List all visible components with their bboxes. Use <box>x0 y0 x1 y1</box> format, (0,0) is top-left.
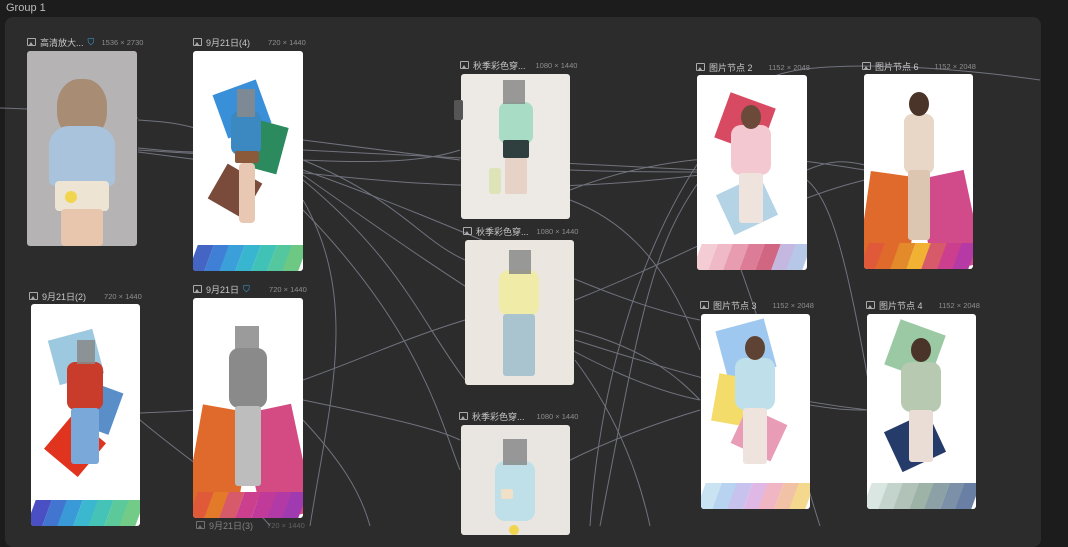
node-image[interactable] <box>864 74 973 269</box>
image-icon <box>696 63 705 71</box>
node-header[interactable]: 秋季彩色穿... 1080 × 1440 <box>460 58 660 72</box>
node-title: 图片节点 6 <box>875 61 919 72</box>
node-header[interactable]: 9月21日 ⛉ 720 × 1440 <box>193 282 393 296</box>
image-icon <box>866 301 875 309</box>
node-title: 图片节点 2 <box>709 62 753 73</box>
node-title: 图片节点 4 <box>879 300 923 311</box>
node-image[interactable] <box>701 314 810 509</box>
node-title: 秋季彩色穿... <box>472 411 525 422</box>
image-icon <box>460 61 469 69</box>
node-header[interactable]: 秋季彩色穿... 1080 × 1440 <box>463 224 663 238</box>
image-icon <box>459 412 468 420</box>
node-dimensions: 720 × 1440 <box>269 284 307 294</box>
node-title: 9月21日(4) <box>206 37 251 48</box>
node-title: 高清放大... <box>40 37 84 48</box>
node-title: 图片节点 3 <box>713 300 757 311</box>
shield-check-icon: ⛉ <box>243 283 250 294</box>
node-header[interactable]: 图片节点 4 1152 × 2048 <box>866 298 1066 312</box>
image-icon <box>29 292 38 300</box>
node-image[interactable] <box>193 51 303 271</box>
shield-check-icon: ⛉ <box>87 36 95 47</box>
image-icon <box>463 227 472 235</box>
node-dimensions: 1080 × 1440 <box>536 226 579 236</box>
node-dimensions: 720 × 1440 <box>104 291 142 301</box>
node-title: 9月21日 <box>206 284 240 295</box>
node-dimensions: 1152 × 2048 <box>772 300 814 310</box>
node-dimensions: 1536 × 2730 <box>101 37 144 47</box>
node-dimensions: 1152 × 2048 <box>768 62 810 72</box>
image-icon <box>700 301 709 309</box>
image-icon <box>862 62 871 70</box>
node-dimensions: 720 × 1440 <box>268 37 306 47</box>
node-title: 秋季彩色穿... <box>476 226 529 237</box>
group-label[interactable]: Group 1 <box>6 2 46 14</box>
node-title: 9月21日(2) <box>42 291 87 302</box>
image-icon <box>193 38 202 46</box>
image-icon <box>196 521 205 529</box>
node-image[interactable] <box>461 74 570 219</box>
image-icon <box>193 285 202 293</box>
node-dimensions: 720 × 1440 <box>267 520 305 530</box>
node-image[interactable] <box>465 240 574 385</box>
node-header[interactable]: 9月21日(4) 720 × 1440 <box>193 35 393 49</box>
node-dimensions: 1152 × 2048 <box>934 61 976 71</box>
node-dimensions: 1080 × 1440 <box>536 411 579 421</box>
node-handle[interactable] <box>454 100 463 120</box>
node-dimensions: 1152 × 2048 <box>938 300 980 310</box>
node-image[interactable] <box>31 304 140 526</box>
image-icon <box>27 38 36 46</box>
node-header[interactable]: 秋季彩色穿... 1080 × 1440 <box>459 409 659 423</box>
node-dimensions: 1080 × 1440 <box>535 60 578 70</box>
node-image[interactable] <box>27 51 137 246</box>
node-image[interactable] <box>193 298 303 518</box>
node-image[interactable] <box>697 75 807 270</box>
node-header[interactable]: 9月21日(3) 720 × 1440 <box>196 518 396 532</box>
node-title: 秋季彩色穿... <box>473 60 526 71</box>
node-title: 9月21日(3) <box>209 520 254 531</box>
node-image[interactable] <box>867 314 976 509</box>
node-image[interactable] <box>461 425 570 535</box>
node-header[interactable]: 图片节点 6 1152 × 2048 <box>862 59 1062 73</box>
